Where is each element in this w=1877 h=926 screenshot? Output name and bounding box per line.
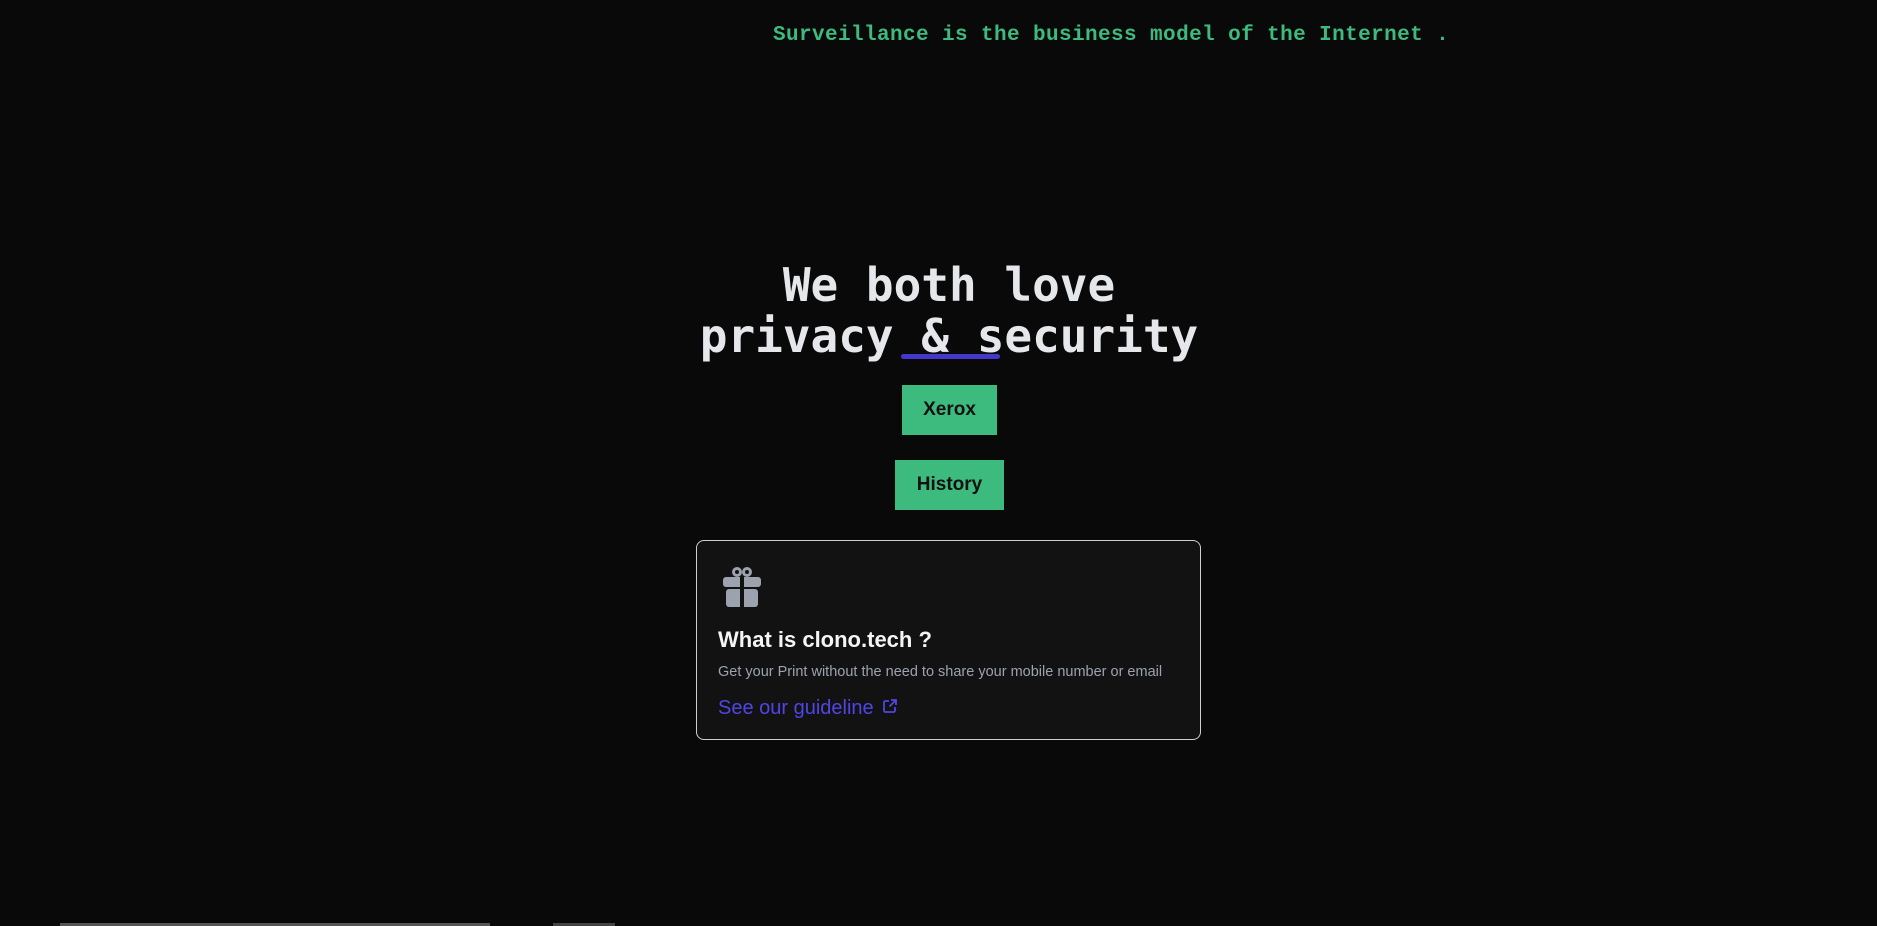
tagline: Surveillance is the business model of th…: [773, 24, 1450, 47]
external-link-icon: [882, 697, 898, 720]
hero-heading: We both love privacy & security: [0, 260, 1877, 362]
xerox-button[interactable]: Xerox: [902, 385, 997, 435]
guideline-link[interactable]: See our guideline: [718, 697, 898, 720]
history-button[interactable]: History: [895, 460, 1004, 510]
guideline-link-label: See our guideline: [718, 697, 874, 719]
info-card: What is clono.tech ? Get your Print with…: [696, 540, 1201, 740]
gift-icon: [721, 565, 763, 609]
hero-underline: [901, 354, 1000, 359]
hero-line-1: We both love: [782, 258, 1116, 312]
card-title: What is clono.tech ?: [718, 627, 932, 652]
card-description: Get your Print without the need to share…: [718, 664, 1163, 680]
